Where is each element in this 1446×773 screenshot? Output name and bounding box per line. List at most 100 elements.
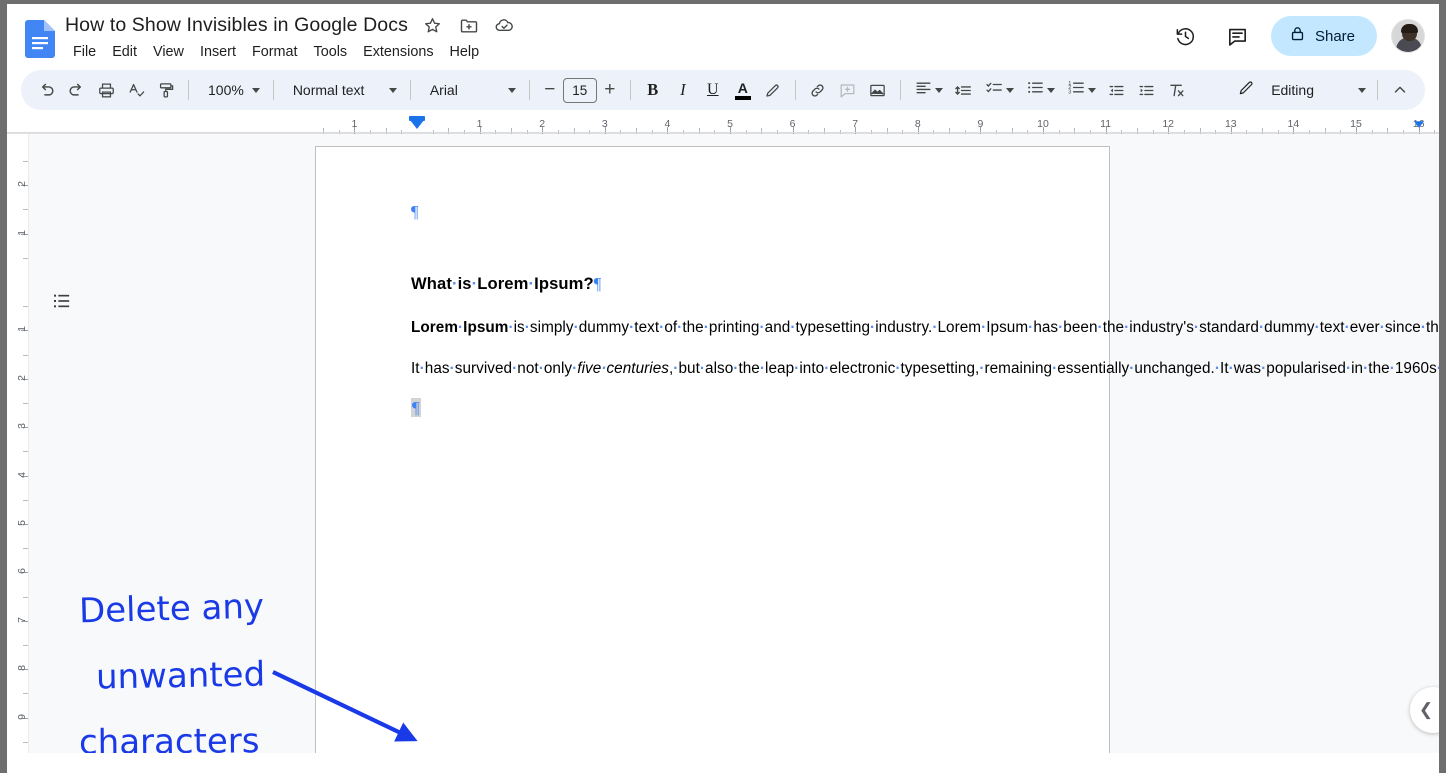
paint-format-icon[interactable]: [151, 75, 181, 105]
google-docs-logo-icon[interactable]: [25, 20, 55, 58]
document-paragraph-2[interactable]: It·has·survived·not·only·five·centuries,…: [411, 355, 1021, 382]
toolbar-divider: [273, 80, 274, 100]
collapse-side-panel-button[interactable]: ❮: [1410, 687, 1439, 733]
numbered-list-selector[interactable]: 1 2 3: [1061, 75, 1102, 105]
heading-word: What: [411, 274, 452, 293]
app-header: How to Show Invisibles in Google Docs: [7, 4, 1439, 70]
document-body-area: 21123456789 ¶ What·is·Lorem·Ipsum?¶: [7, 134, 1439, 753]
ruler-number: 5: [16, 520, 28, 526]
final-empty-paragraph[interactable]: ¶: [411, 395, 1021, 422]
svg-text:3: 3: [1068, 90, 1071, 96]
font-size-input[interactable]: 15: [563, 78, 597, 103]
right-margin-marker[interactable]: [1414, 121, 1424, 127]
paragraph-2-text-part2: ,·but·also·the·leap·into·electronic·type…: [669, 360, 1439, 377]
move-to-folder-icon[interactable]: [458, 15, 480, 37]
ruler-number: 12: [1162, 118, 1174, 130]
document-page[interactable]: ¶ What·is·Lorem·Ipsum?¶ Lorem·Ipsum·is·s…: [315, 146, 1110, 753]
google-docs-window: How to Show Invisibles in Google Docs: [7, 4, 1439, 773]
menu-bar: File Edit View Insert Format Tools Exten…: [65, 43, 487, 61]
link-icon[interactable]: [803, 75, 833, 105]
clear-formatting-icon[interactable]: [1162, 75, 1192, 105]
document-outline-icon[interactable]: [45, 284, 79, 318]
menu-item-insert[interactable]: Insert: [192, 43, 244, 61]
cloud-saved-icon[interactable]: [494, 15, 516, 37]
menu-item-view[interactable]: View: [145, 43, 192, 61]
version-history-icon[interactable]: [1167, 17, 1205, 55]
chevron-down-icon: [1088, 88, 1096, 93]
decrease-font-size-button[interactable]: −: [537, 79, 563, 101]
menu-item-file[interactable]: File: [65, 43, 104, 61]
ruler-number: 4: [16, 472, 28, 478]
checklist-selector[interactable]: [979, 75, 1020, 105]
ruler-number: 6: [16, 568, 28, 574]
lock-icon: [1289, 25, 1306, 47]
print-icon[interactable]: [91, 75, 121, 105]
insert-image-icon[interactable]: [863, 75, 893, 105]
mode-selector[interactable]: Editing: [1229, 75, 1370, 105]
ruler-number: 1: [351, 118, 357, 130]
zoom-selector[interactable]: 100%: [196, 75, 266, 105]
document-title[interactable]: How to Show Invisibles in Google Docs: [65, 14, 408, 37]
ruler-number: 1: [16, 326, 28, 332]
toolbar-divider: [529, 80, 530, 100]
share-button[interactable]: Share: [1271, 16, 1377, 56]
ruler-number: 10: [1037, 118, 1049, 130]
chevron-down-icon: [1047, 88, 1055, 93]
ruler-number: 8: [16, 665, 28, 671]
bold-button[interactable]: B: [638, 75, 668, 105]
paragraph-1-bold-lead: Lorem·Ipsum: [411, 319, 508, 336]
ruler-number: 9: [16, 714, 28, 720]
increase-font-size-button[interactable]: +: [597, 79, 623, 101]
page-content[interactable]: ¶ What·is·Lorem·Ipsum?¶ Lorem·Ipsum·is·s…: [411, 197, 1021, 436]
pencil-icon: [1237, 79, 1255, 102]
menu-item-edit[interactable]: Edit: [104, 43, 145, 61]
collapse-toolbar-button[interactable]: [1385, 75, 1415, 105]
bulleted-list-selector[interactable]: [1020, 75, 1061, 105]
ruler-number: 7: [16, 617, 28, 623]
italic-button[interactable]: I: [668, 75, 698, 105]
toolbar-wrapper: 100% Normal text Arial − 15 + B I U: [7, 70, 1439, 112]
underline-button[interactable]: U: [698, 75, 728, 105]
ruler-number: 13: [1225, 118, 1237, 130]
toolbar-divider: [630, 80, 631, 100]
add-comment-icon[interactable]: [833, 75, 863, 105]
chevron-down-icon: [1006, 88, 1014, 93]
horizontal-ruler[interactable]: 112345678910111213141516: [7, 112, 1439, 134]
ruler-number: 1: [477, 118, 483, 130]
chevron-left-icon: ❮: [1419, 700, 1433, 720]
document-heading[interactable]: What·is·Lorem·Ipsum?¶: [411, 271, 1021, 297]
paragraph-style-value: Normal text: [287, 82, 371, 98]
left-margin-marker[interactable]: [410, 120, 424, 129]
decrease-indent-icon[interactable]: [1102, 75, 1132, 105]
menu-item-format[interactable]: Format: [244, 43, 306, 61]
menu-item-help[interactable]: Help: [442, 43, 488, 61]
font-selector[interactable]: Arial: [418, 75, 522, 105]
document-paragraph-1[interactable]: Lorem·Ipsum·is·simply·dummy·text·of·the·…: [411, 314, 1021, 341]
user-avatar[interactable]: [1391, 19, 1425, 53]
annotation-line-3: characters: [79, 721, 260, 753]
undo-icon[interactable]: [31, 75, 61, 105]
redo-icon[interactable]: [61, 75, 91, 105]
ruler-number: 3: [16, 423, 28, 429]
align-selector[interactable]: [908, 75, 949, 105]
line-spacing-icon[interactable]: [949, 75, 979, 105]
selected-pilcrow-icon[interactable]: ¶: [411, 398, 421, 417]
ruler-number: 1: [16, 230, 28, 236]
leading-paragraph-mark-line: ¶: [411, 199, 1021, 226]
vertical-ruler[interactable]: 21123456789: [7, 134, 29, 753]
menu-item-extensions[interactable]: Extensions: [355, 43, 441, 61]
menu-item-tools[interactable]: Tools: [306, 43, 356, 61]
star-icon[interactable]: [422, 15, 444, 37]
highlight-pen-icon[interactable]: [758, 75, 788, 105]
numbered-list-icon: 1 2 3: [1067, 78, 1086, 102]
text-color-letter: A: [738, 81, 748, 95]
zoom-value: 100%: [202, 82, 250, 98]
chevron-down-icon: [389, 88, 397, 93]
pilcrow-icon: ¶: [411, 202, 419, 221]
increase-indent-icon[interactable]: [1132, 75, 1162, 105]
paragraph-style-selector[interactable]: Normal text: [281, 75, 403, 105]
text-color-button[interactable]: A: [728, 75, 758, 105]
comment-icon[interactable]: [1219, 17, 1257, 55]
ruler-number: 14: [1288, 118, 1300, 130]
spellcheck-icon[interactable]: [121, 75, 151, 105]
